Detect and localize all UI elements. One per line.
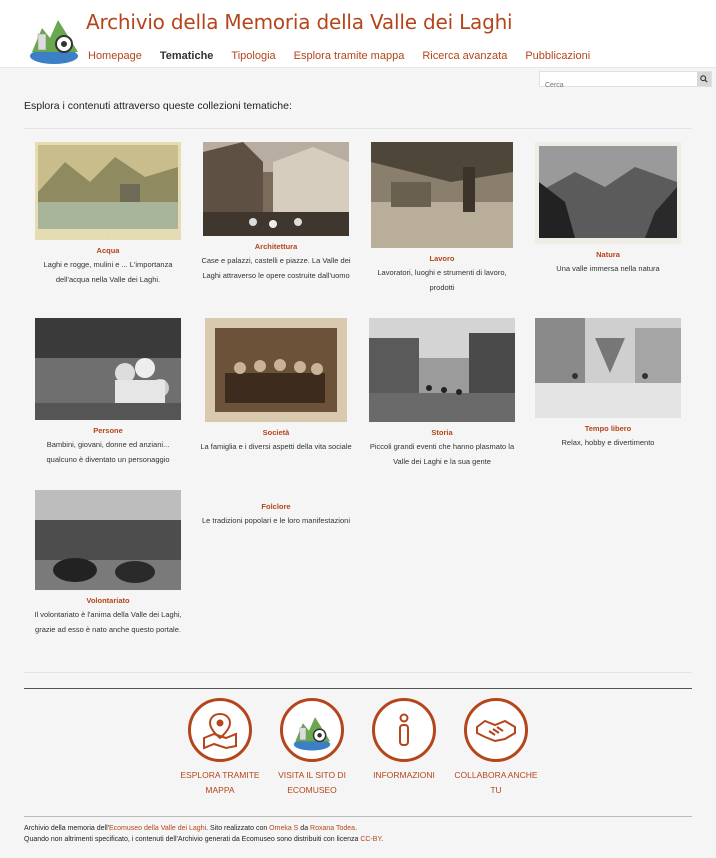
footer-credits: Archivio della memoria dell'Ecomuseo del… bbox=[24, 823, 383, 834]
collection-title[interactable]: Tempo libero bbox=[528, 424, 688, 433]
footer-license: Quando non altrimenti specificato, i con… bbox=[24, 834, 383, 845]
footer-icon-circle bbox=[188, 698, 252, 762]
collection-title[interactable]: Storia bbox=[362, 428, 522, 437]
footer-link-informazioni[interactable]: Informazioni bbox=[359, 698, 449, 783]
main-nav: Homepage Tematiche Tipologia Esplora tra… bbox=[88, 50, 590, 62]
footer-link-label[interactable]: Esplora tramite mappa bbox=[175, 768, 265, 798]
footer-link-label[interactable]: Visita il sito di Ecomuseo bbox=[267, 768, 357, 798]
collection-card-lavoro[interactable]: Lavoro Lavoratori, luoghi e strumenti di… bbox=[362, 142, 522, 295]
search-input[interactable] bbox=[540, 78, 698, 93]
search-button[interactable] bbox=[697, 72, 711, 86]
collection-description: Laghi e rogge, mulini e ... L'importanza… bbox=[43, 260, 173, 284]
collection-description: Piccoli grandi eventi che hanno plasmato… bbox=[369, 442, 515, 466]
collection-card-storia[interactable]: Storia Piccoli grandi eventi che hanno p… bbox=[362, 318, 522, 469]
collection-title[interactable]: Lavoro bbox=[362, 254, 522, 263]
collection-image[interactable] bbox=[535, 142, 681, 244]
info-icon bbox=[399, 713, 409, 746]
nav-pubblicazioni[interactable]: Pubblicazioni bbox=[525, 50, 590, 62]
collection-description: Le tradizioni popolari e le loro manifes… bbox=[201, 516, 350, 525]
collection-card-natura[interactable]: Natura Una valle immersa nella natura bbox=[528, 142, 688, 276]
collection-title[interactable]: Volontariato bbox=[28, 596, 188, 605]
collection-description: Il volontariato è l'anima della Valle de… bbox=[34, 610, 182, 634]
map-pin-icon bbox=[203, 712, 237, 750]
collection-description: Una valle immersa nella natura bbox=[556, 264, 660, 273]
divider bbox=[24, 128, 692, 129]
collection-image[interactable] bbox=[371, 142, 513, 248]
footer-icon-circle bbox=[464, 698, 528, 762]
ecomuseo-logo-icon bbox=[293, 717, 331, 751]
collection-card-persone[interactable]: Persone Bambini, giovani, donne ed anzia… bbox=[28, 318, 188, 467]
license-link[interactable]: CC-BY bbox=[360, 836, 381, 843]
nav-esplora-mappa[interactable]: Esplora tramite mappa bbox=[294, 50, 405, 62]
collection-image[interactable] bbox=[369, 318, 515, 422]
collection-card-tempo-libero[interactable]: Tempo libero Relax, hobby e divertimento bbox=[528, 318, 688, 450]
collection-title[interactable]: Persone bbox=[28, 426, 188, 435]
nav-tematiche[interactable]: Tematiche bbox=[160, 50, 214, 62]
collection-image[interactable] bbox=[535, 318, 681, 418]
collection-image[interactable] bbox=[205, 318, 347, 422]
collection-description: Lavoratori, luoghi e strumenti di lavoro… bbox=[377, 268, 507, 292]
ecomuseo-logo[interactable] bbox=[28, 8, 80, 66]
nav-ricerca-avanzata[interactable]: Ricerca avanzata bbox=[422, 50, 507, 62]
intro-text: Esplora i contenuti attraverso queste co… bbox=[24, 100, 292, 112]
collection-image[interactable] bbox=[203, 142, 349, 236]
footer-link-label[interactable]: Collabora anche tu bbox=[451, 768, 541, 798]
ecomuseo-link[interactable]: Ecomuseo della Valle dei Laghi bbox=[109, 825, 206, 832]
collection-image[interactable] bbox=[35, 318, 181, 420]
collection-description: Case e palazzi, castelli e piazze. La Va… bbox=[201, 256, 351, 280]
divider bbox=[24, 672, 692, 673]
footer-text: Archivio della memoria dell' bbox=[24, 825, 109, 832]
author-link[interactable]: Roxana Todea bbox=[310, 825, 355, 832]
collection-title[interactable]: Folclore bbox=[196, 502, 356, 511]
footer-link-label[interactable]: Informazioni bbox=[359, 768, 449, 783]
site-title[interactable]: Archivio della Memoria della Valle dei L… bbox=[86, 10, 513, 34]
collection-title[interactable]: Società bbox=[196, 428, 356, 437]
footer-icon-circle bbox=[280, 698, 344, 762]
site-footer: Archivio della memoria dell'Ecomuseo del… bbox=[24, 823, 383, 845]
footer-link-collabora[interactable]: Collabora anche tu bbox=[451, 698, 541, 798]
collection-title[interactable]: Natura bbox=[528, 250, 688, 259]
footer-text: Quando non altrimenti specificato, i con… bbox=[24, 836, 361, 843]
collection-image[interactable]: ··· bbox=[35, 142, 181, 240]
search-box bbox=[539, 71, 712, 93]
omeka-link[interactable]: Omeka S bbox=[269, 825, 298, 832]
footer-link-esplora-mappa[interactable]: Esplora tramite mappa bbox=[175, 698, 265, 798]
divider bbox=[24, 688, 692, 689]
nav-tipologia[interactable]: Tipologia bbox=[231, 50, 275, 62]
collection-description: La famiglia e i diversi aspetti della vi… bbox=[200, 442, 352, 451]
collection-card-folclore[interactable]: Folclore Le tradizioni popolari e le lor… bbox=[196, 496, 356, 528]
collection-title[interactable]: Architettura bbox=[196, 242, 356, 251]
search-icon bbox=[700, 75, 708, 83]
collection-card-acqua[interactable]: ··· Acqua Laghi e rogge, mulini e ... L'… bbox=[28, 142, 188, 287]
collection-image[interactable] bbox=[35, 490, 181, 590]
footer-text: da bbox=[298, 825, 311, 832]
collection-description: Bambini, giovani, donne ed anziani... qu… bbox=[46, 440, 170, 464]
handshake-icon bbox=[476, 719, 516, 743]
collection-card-architettura[interactable]: Architettura Case e palazzi, castelli e … bbox=[196, 142, 356, 283]
collection-title[interactable]: Acqua bbox=[28, 246, 188, 255]
footer-text: . Sito realizzato con bbox=[206, 825, 270, 832]
site-header: Archivio della Memoria della Valle dei L… bbox=[0, 0, 716, 68]
footer-link-ecomuseo[interactable]: Visita il sito di Ecomuseo bbox=[267, 698, 357, 798]
nav-homepage[interactable]: Homepage bbox=[88, 50, 142, 62]
collection-card-societa[interactable]: Società La famiglia e i diversi aspetti … bbox=[196, 318, 356, 454]
footer-icon-circle bbox=[372, 698, 436, 762]
divider bbox=[24, 816, 692, 817]
footer-text: . bbox=[381, 836, 384, 843]
footer-text: . bbox=[355, 825, 358, 832]
collection-card-volontariato[interactable]: Volontariato Il volontariato è l'anima d… bbox=[28, 490, 188, 637]
svg-text:···: ··· bbox=[107, 233, 110, 237]
collection-description: Relax, hobby e divertimento bbox=[561, 438, 655, 447]
